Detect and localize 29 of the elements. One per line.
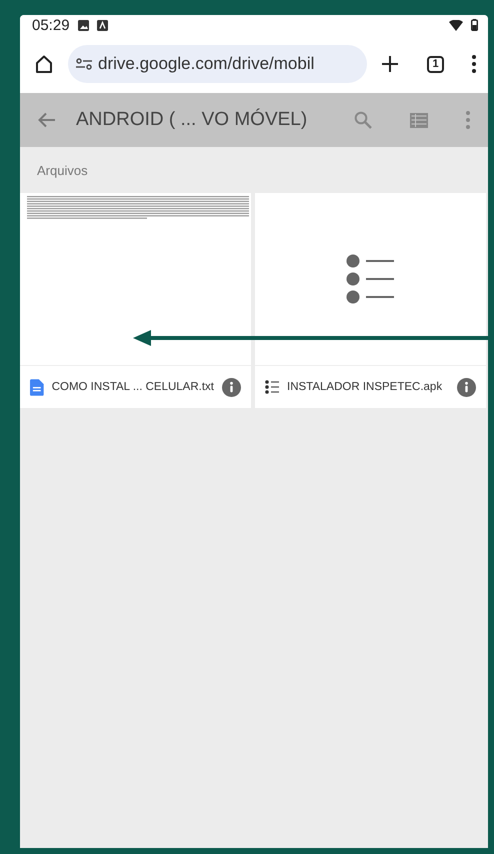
section-title: Arquivos	[37, 162, 88, 178]
home-icon	[34, 54, 54, 74]
list-icon	[346, 253, 396, 305]
list-icon	[265, 380, 279, 394]
list-view-icon	[410, 112, 428, 128]
wifi-icon	[449, 20, 463, 30]
folder-title: ANDROID ( ... VO MÓVEL)	[76, 109, 308, 131]
info-icon	[222, 378, 241, 396]
file-name: COMO INSTAL ... CELULAR.txt	[52, 381, 214, 393]
back-arrow-icon	[38, 112, 56, 128]
plus-icon	[381, 55, 399, 73]
tab-switcher-button[interactable]: 1	[427, 56, 444, 72]
battery-icon	[471, 19, 478, 31]
file-card[interactable]: INSTALADOR INSPETEC.apk	[255, 193, 486, 408]
site-settings-icon	[76, 58, 92, 70]
search-icon	[354, 111, 372, 129]
more-icon	[472, 55, 476, 73]
info-icon	[457, 378, 476, 396]
more-icon	[466, 111, 470, 129]
info-button[interactable]	[457, 378, 476, 396]
notification-icon	[96, 20, 108, 30]
document-icon	[30, 378, 44, 396]
info-button[interactable]	[222, 378, 241, 396]
file-name: INSTALADOR INSPETEC.apk	[287, 381, 444, 393]
file-card[interactable]: COMO INSTAL ... CELULAR.txt	[20, 193, 251, 408]
address-bar[interactable]: drive.google.com/drive/mobil	[68, 45, 367, 83]
image-icon	[78, 20, 89, 30]
url-text: drive.google.com/drive/mobil	[98, 54, 314, 74]
status-time: 05:29	[32, 16, 70, 34]
